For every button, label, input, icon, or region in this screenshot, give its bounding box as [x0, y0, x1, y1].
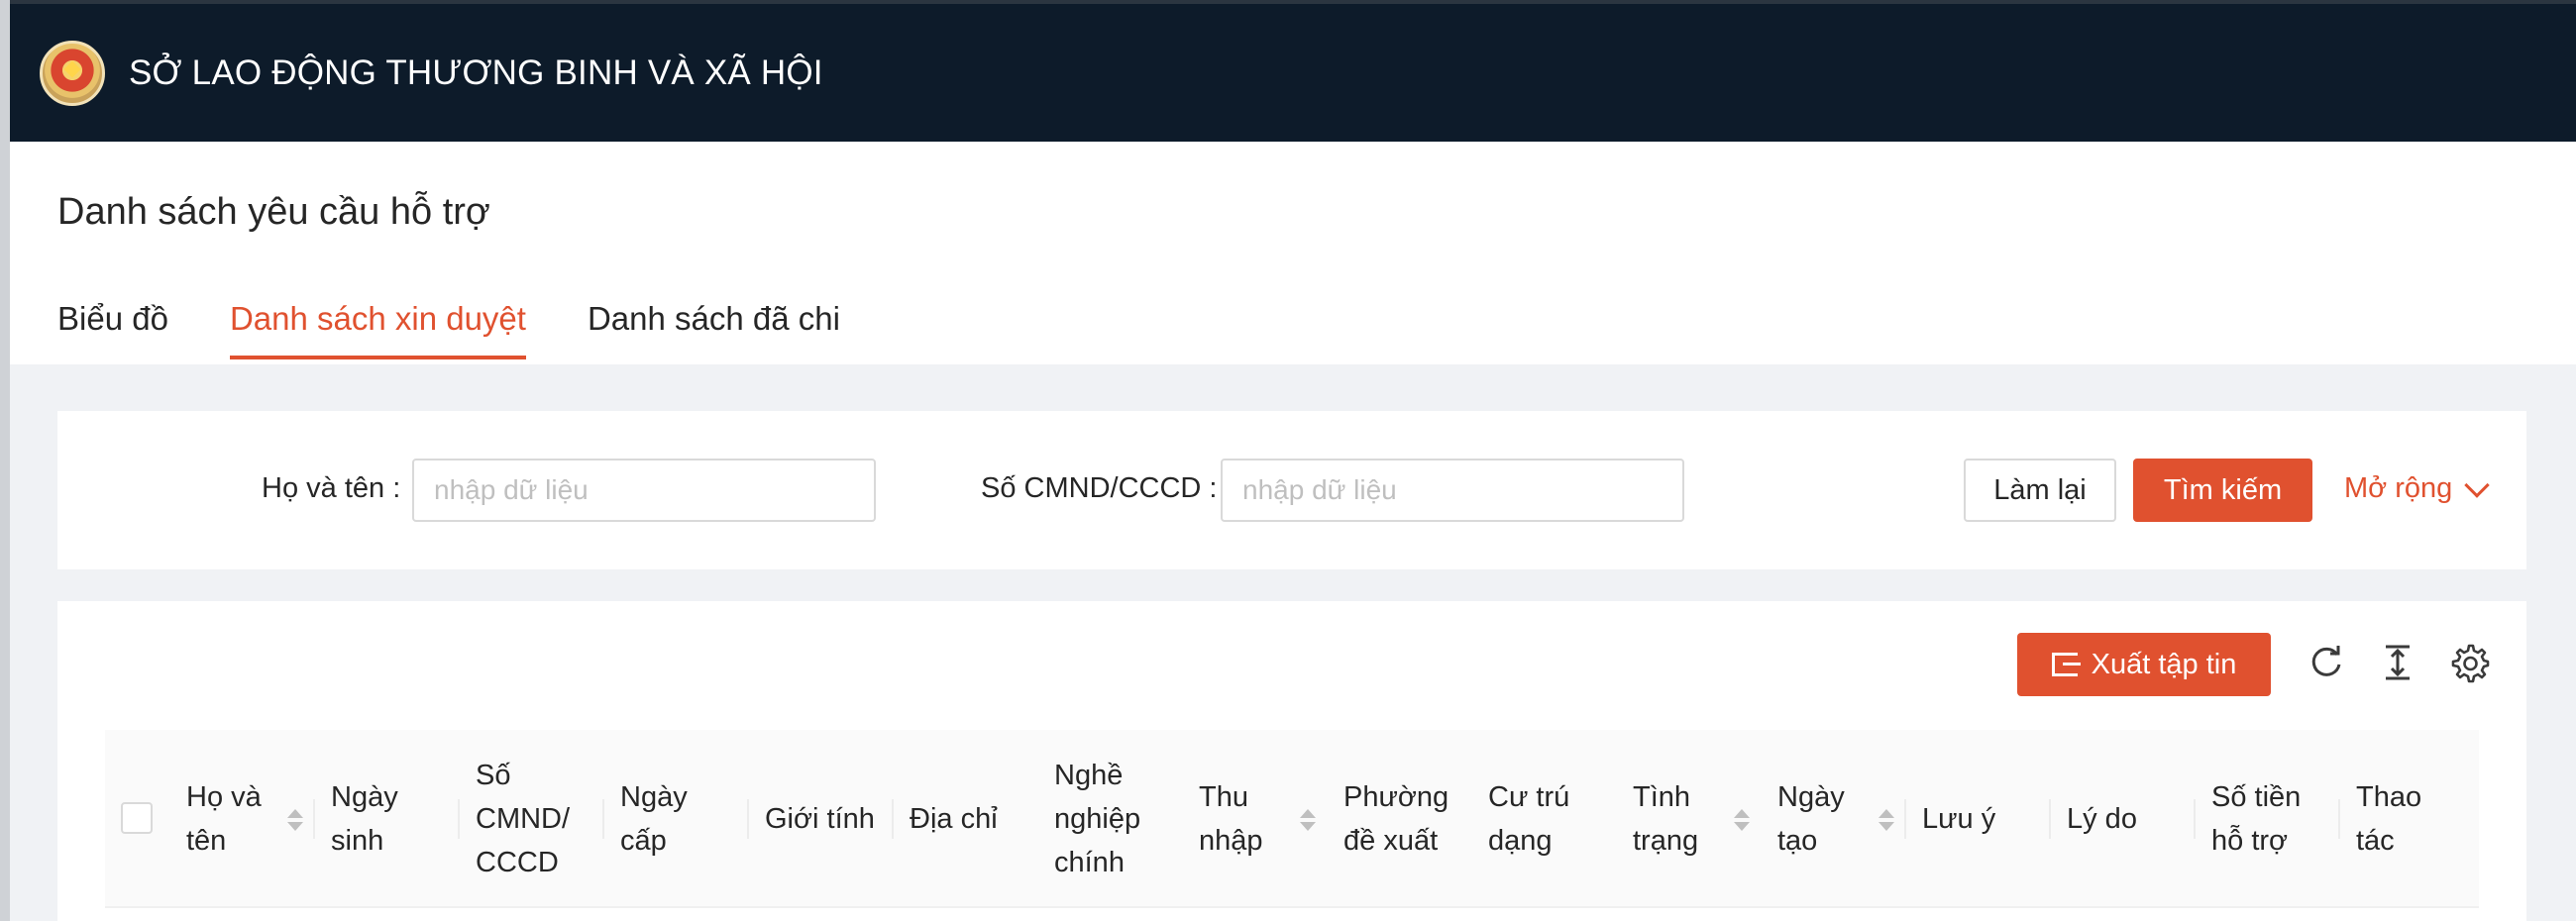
export-label: Xuất tập tin	[2091, 648, 2237, 680]
column-header-ho-ten[interactable]: Họ và tên	[168, 730, 313, 908]
top-header: SỞ LAO ĐỘNG THƯƠNG BINH VÀ XÃ HỘI	[10, 0, 2576, 142]
refresh-icon[interactable]	[2305, 641, 2348, 684]
column-header-so-cmnd: Số CMND/ CCCD	[458, 730, 602, 908]
name-input[interactable]	[412, 459, 876, 522]
column-header-ngay-cap: Ngày cấp	[602, 730, 747, 908]
table-header: Họ và tên Ngày sinh Số CMND/ CCCD Ngày c…	[105, 730, 2479, 908]
tab-danh-sach-da-chi[interactable]: Danh sách đã chi	[588, 300, 840, 359]
column-header-so-tien-ho-tro: Số tiền hỗ trợ	[2194, 730, 2338, 908]
expand-toggle[interactable]: Mở rộng	[2344, 471, 2491, 505]
emblem-logo	[40, 40, 105, 106]
app-window: SỞ LAO ĐỘNG THƯƠNG BINH VÀ XÃ HỘI Danh s…	[0, 0, 2576, 921]
column-header-ly-do: Lý do	[2049, 730, 2194, 908]
id-number-input[interactable]	[1221, 459, 1684, 522]
column-header-ngay-tao[interactable]: Ngày tạo	[1760, 730, 1904, 908]
column-header-thu-nhap[interactable]: Thu nhập	[1181, 730, 1326, 908]
column-header-nghe-nghiep: Nghề nghiệp chính	[1054, 760, 1141, 878]
table-card: Xuất tập tin Họ và tên Ngày sinh Số CMND…	[57, 601, 2526, 921]
column-header-cu-tru-dang: Cư trú dạng	[1488, 781, 1570, 857]
export-button[interactable]: Xuất tập tin	[2017, 633, 2271, 696]
chevron-down-icon	[2464, 471, 2491, 498]
search-form: Họ và tên : Số CMND/CCCD : Làm lại Tìm k…	[57, 411, 2526, 569]
tab-bieu-do[interactable]: Biểu đồ	[57, 300, 168, 359]
column-header-dia-chi: Địa chỉ	[892, 730, 1036, 908]
tab-danh-sach-xin-duyet[interactable]: Danh sách xin duyệt	[229, 300, 526, 359]
column-height-icon[interactable]	[2376, 641, 2419, 684]
name-field-label: Họ và tên :	[262, 472, 401, 504]
select-all-checkbox[interactable]	[121, 802, 153, 834]
column-header-luu-y: Lưu ý	[1904, 730, 2049, 908]
column-header-thao-tac: Thao tác	[2338, 730, 2479, 908]
column-header-ngay-sinh: Ngày sinh	[313, 730, 458, 908]
column-header-tinh-trang[interactable]: Tình trạng	[1615, 730, 1760, 908]
export-icon	[2051, 653, 2081, 676]
reset-button[interactable]: Làm lại	[1964, 459, 2116, 522]
page-title: Danh sách yêu cầu hỗ trợ	[57, 191, 490, 233]
column-header-phuong-de-xuat: Phường đề xuất	[1343, 781, 1449, 857]
page-head: Danh sách yêu cầu hỗ trợ Biểu đồ Danh sá…	[10, 142, 2576, 364]
search-button[interactable]: Tìm kiếm	[2133, 459, 2312, 522]
header-title: SỞ LAO ĐỘNG THƯƠNG BINH VÀ XÃ HỘI	[129, 52, 823, 92]
tab-bar: Biểu đồ Danh sách xin duyệt Danh sách đã…	[57, 300, 902, 359]
expand-label: Mở rộng	[2344, 472, 2453, 504]
id-field-label: Số CMND/CCCD :	[981, 472, 1218, 504]
column-header-gioi-tinh: Giới tính	[747, 730, 892, 908]
settings-icon[interactable]	[2447, 641, 2491, 684]
